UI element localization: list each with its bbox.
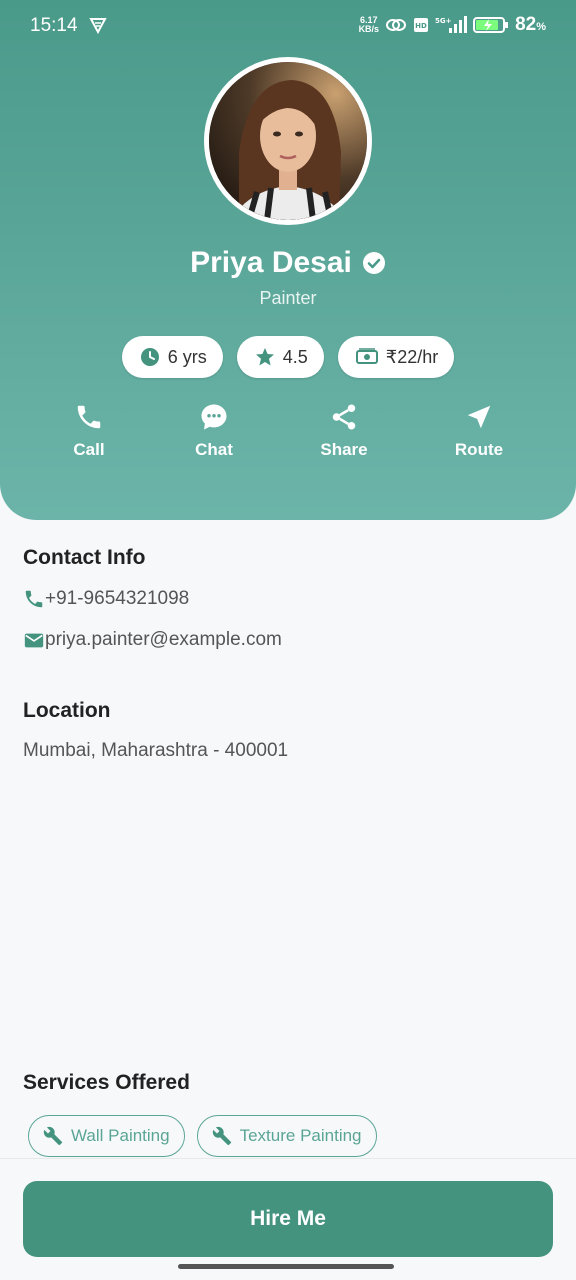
avatar-image bbox=[209, 62, 367, 220]
chat-icon bbox=[201, 404, 227, 430]
wrench-icon bbox=[43, 1126, 63, 1146]
service-chip[interactable]: Wall Painting bbox=[28, 1115, 185, 1157]
rating-pill: 4.5 bbox=[236, 336, 324, 378]
service-chip[interactable]: Texture Painting bbox=[196, 1115, 377, 1157]
home-indicator[interactable] bbox=[178, 1264, 394, 1269]
action-row: Call Chat Share Route bbox=[0, 400, 576, 470]
phone-icon bbox=[77, 405, 101, 429]
stats-row: 6 yrs 4.5 ₹22/hr bbox=[0, 336, 576, 378]
status-bar: 15:14 6.17 KB/s HD 5G+ 82% bbox=[0, 0, 576, 52]
clock-icon bbox=[140, 348, 159, 366]
chat-button[interactable]: Chat bbox=[164, 400, 264, 460]
mail-icon bbox=[24, 633, 44, 648]
route-label: Route bbox=[454, 440, 504, 459]
services-chips: Wall Painting Texture Painting bbox=[28, 1115, 377, 1157]
status-time: 15:14 bbox=[30, 15, 78, 36]
battery-level: 82% bbox=[515, 14, 546, 35]
hire-me-button[interactable]: Hire Me bbox=[23, 1181, 553, 1257]
email-address: priya.painter@example.com bbox=[45, 629, 282, 650]
wrench-icon bbox=[212, 1126, 231, 1146]
net-speed: 6.17 KB/s bbox=[358, 15, 380, 34]
phone-number: +91-9654321098 bbox=[45, 588, 190, 609]
call-label: Call bbox=[73, 440, 105, 459]
rate-pill: ₹22/hr bbox=[337, 336, 455, 378]
location-title: Location bbox=[23, 699, 111, 722]
chat-label: Chat bbox=[195, 440, 233, 459]
experience-label: 6 yrs bbox=[167, 346, 207, 367]
profile-name: Priya Desai bbox=[190, 246, 352, 279]
profile-role: Painter bbox=[259, 288, 317, 308]
name-row: Priya Desai bbox=[0, 246, 576, 280]
service-label: Texture Painting bbox=[239, 1126, 362, 1145]
battery-icon bbox=[473, 17, 509, 33]
navigation-icon bbox=[467, 405, 491, 429]
email-row[interactable]: priya.painter@example.com bbox=[23, 629, 282, 651]
status-icons: 6.17 KB/s HD 5G+ 82% bbox=[359, 14, 546, 36]
svg-text:5G+: 5G+ bbox=[435, 17, 452, 25]
phone-icon bbox=[25, 590, 43, 608]
service-label: Wall Painting bbox=[71, 1126, 170, 1145]
star-icon bbox=[255, 348, 274, 366]
cash-icon bbox=[355, 348, 378, 364]
rate-label: ₹22/hr bbox=[385, 346, 439, 367]
route-button[interactable]: Route bbox=[429, 400, 529, 460]
vpn-icon bbox=[89, 18, 107, 35]
location-address: Mumbai, Maharashtra - 400001 bbox=[23, 740, 289, 761]
volte-icon: HD bbox=[414, 18, 429, 32]
call-button[interactable]: Call bbox=[39, 400, 139, 460]
share-button[interactable]: Share bbox=[294, 400, 394, 460]
profile-avatar bbox=[204, 57, 372, 225]
services-title: Services Offered bbox=[23, 1071, 190, 1094]
experience-pill: 6 yrs bbox=[121, 336, 223, 378]
contact-info-title: Contact Info bbox=[23, 546, 146, 569]
rating-label: 4.5 bbox=[282, 346, 308, 367]
hotspot-icon bbox=[386, 19, 407, 31]
svg-text:HD: HD bbox=[415, 22, 427, 30]
share-label: Share bbox=[320, 440, 368, 459]
phone-row[interactable]: +91-9654321098 bbox=[23, 588, 189, 610]
verified-icon bbox=[362, 252, 385, 274]
share-icon bbox=[332, 404, 356, 430]
signal-icon: 5G+ bbox=[435, 16, 468, 33]
